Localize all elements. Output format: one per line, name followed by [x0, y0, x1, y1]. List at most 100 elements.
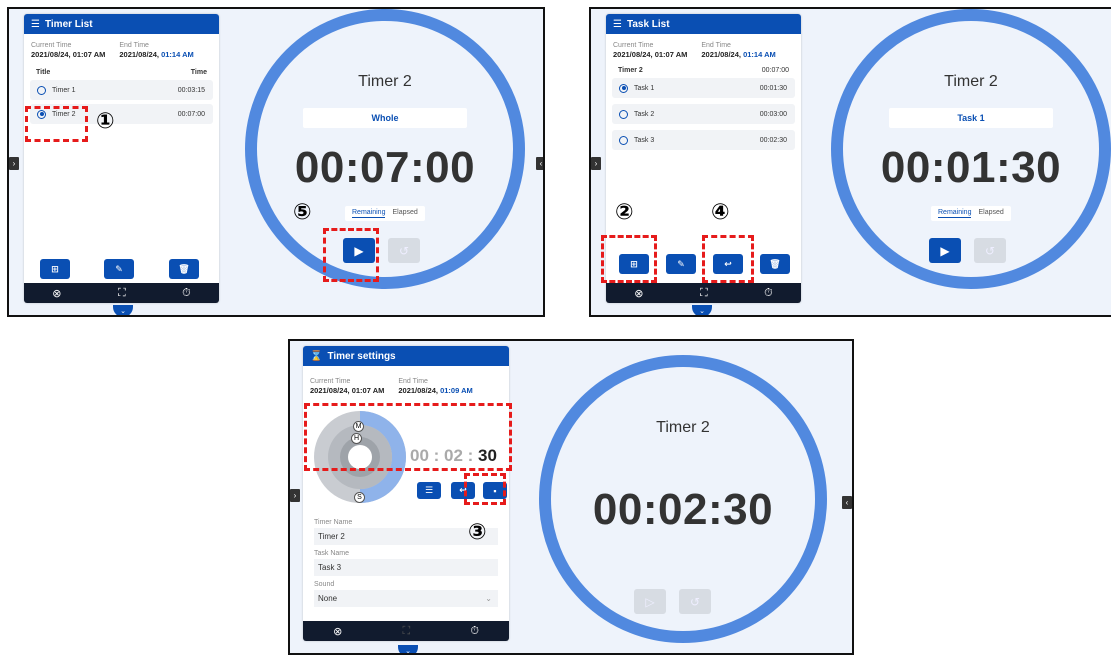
countdown-display: 00:02:30 — [592, 485, 774, 534]
add-button[interactable]: ⊞ — [40, 259, 70, 279]
countdown-display: 00:07:00 — [294, 143, 476, 192]
chevron-right-icon[interactable]: › — [591, 157, 601, 170]
fullscreen-icon[interactable]: ⛶ — [700, 287, 708, 300]
step-marker: ③ — [468, 519, 487, 544]
list-item[interactable]: Task 2 00:03:00 — [612, 104, 795, 124]
sidebar-header: ☰ Timer List — [24, 14, 219, 34]
time-info: Current Time 2021/08/24, 01:07 AM End Ti… — [606, 34, 801, 59]
current-time-value: 2021/08/24, 01:07 AM — [310, 386, 385, 395]
timer-icon[interactable]: ⏱ — [764, 287, 773, 300]
fullscreen-icon[interactable]: ⛶ — [402, 625, 410, 638]
chevron-left-icon[interactable]: ‹ — [842, 496, 852, 509]
sidebar-title: Timer List — [44, 18, 93, 30]
toggle-elapsed[interactable]: Elapsed — [392, 209, 417, 218]
reset-button[interactable]: ↺ — [388, 238, 420, 263]
highlight-box — [464, 473, 506, 505]
play-button[interactable]: ▷ — [634, 589, 666, 614]
timer-icon[interactable]: ⏱ — [470, 625, 479, 638]
step-marker: ④ — [711, 199, 730, 224]
play-button[interactable]: ▶ — [929, 238, 961, 263]
plus-icon: ⊞ — [51, 263, 59, 274]
toggle-remaining[interactable]: Remaining — [352, 209, 386, 218]
sidebar: ☰ Timer List Current Time 2021/08/24, 01… — [24, 14, 219, 303]
list-header: Title Time — [24, 59, 219, 76]
step-marker: ⑤ — [293, 199, 312, 224]
col-title: Title — [36, 69, 51, 76]
edit-button[interactable]: ✎ — [666, 254, 696, 274]
reset-icon: ↺ — [689, 594, 701, 609]
end-time-value: 2021/08/24, 01:14 AM — [119, 50, 194, 59]
chevron-right-icon[interactable]: › — [9, 157, 19, 170]
time-info: Current Time 2021/08/24, 01:07 AM End Ti… — [24, 34, 219, 59]
timer-ring: Timer 2 Task 1 00:01:30 Remaining Elapse… — [831, 9, 1111, 289]
list-item[interactable]: Task 3 00:02:30 — [612, 130, 795, 150]
edit-button[interactable]: ✎ — [104, 259, 134, 279]
play-icon: ▷ — [645, 594, 655, 609]
radio-icon[interactable] — [619, 83, 628, 93]
sidebar-header: ☰ Task List — [606, 14, 801, 34]
pencil-icon: ✎ — [115, 263, 123, 274]
trash-icon: 🗑 — [178, 263, 190, 274]
highlight-box — [702, 235, 754, 283]
close-icon[interactable]: ⊗ — [333, 625, 342, 638]
current-time-value: 2021/08/24, 01:07 AM — [613, 50, 688, 59]
panel-timer-list: ☰ Timer List Current Time 2021/08/24, 01… — [7, 7, 545, 317]
list-item[interactable]: Task 1 00:01:30 — [612, 78, 795, 98]
highlight-box — [601, 235, 657, 283]
list-icon: ☰ — [613, 18, 622, 30]
list-icon: ☰ — [424, 485, 434, 495]
end-time-label: End Time — [398, 378, 428, 385]
task-name-label: Task Name — [314, 550, 350, 557]
fullscreen-icon[interactable]: ⛶ — [118, 287, 126, 300]
reset-button[interactable]: ↺ — [974, 238, 1006, 263]
radio-icon[interactable] — [619, 109, 628, 119]
delete-button[interactable]: 🗑 — [760, 254, 790, 274]
list-icon: ☰ — [31, 18, 40, 30]
sidebar-header: ⌛ Timer settings — [303, 346, 509, 366]
list-header: Timer 2 00:07:00 — [606, 59, 801, 74]
panel-timer-settings: ⌛ Timer settings Current Time 2021/08/24… — [288, 339, 854, 655]
timer-title: Timer 2 — [944, 73, 998, 90]
highlight-box — [304, 403, 512, 471]
toggle-elapsed[interactable]: Elapsed — [978, 209, 1003, 218]
radio-icon[interactable] — [37, 85, 46, 95]
end-time-label: End Time — [701, 42, 731, 49]
reset-icon: ↺ — [398, 243, 410, 258]
delete-button[interactable]: 🗑 — [169, 259, 199, 279]
phase-pill: Task 1 — [889, 108, 1053, 128]
close-icon[interactable]: ⊗ — [52, 287, 61, 300]
panel-task-list: ☰ Task List Current Time 2021/08/24, 01:… — [589, 7, 1111, 317]
reset-button[interactable]: ↺ — [679, 589, 711, 614]
sidebar-footer: ⊗ ⛶ ⏱ — [303, 621, 509, 641]
list-item[interactable]: Timer 1 00:03:15 — [30, 80, 213, 100]
pencil-icon: ✎ — [677, 258, 685, 269]
task-name-field[interactable]: Task 3 — [314, 559, 498, 576]
phase-pill: Whole — [303, 108, 467, 128]
display-toggle[interactable]: Remaining Elapsed — [345, 206, 425, 221]
chevron-down-icon[interactable]: ⌄ — [398, 645, 418, 653]
end-time-label: End Time — [119, 42, 149, 49]
timer-title: Timer 2 — [656, 419, 710, 436]
list-button[interactable]: ☰ — [417, 482, 441, 499]
end-time-value: 2021/08/24, 01:14 AM — [701, 50, 776, 59]
close-icon[interactable]: ⊗ — [634, 287, 643, 300]
sidebar-title: Task List — [626, 18, 670, 30]
chevron-left-icon[interactable]: ‹ — [536, 157, 543, 170]
display-toggle[interactable]: Remaining Elapsed — [931, 206, 1011, 221]
timer-icon[interactable]: ⏱ — [182, 287, 191, 300]
time-info: Current Time 2021/08/24, 01:07 AM End Ti… — [303, 366, 509, 395]
end-time-value: 2021/08/24, 01:09 AM — [398, 386, 473, 395]
chevron-down-icon[interactable]: ⌄ — [113, 305, 133, 315]
timer-ring: Timer 2 00:02:30 ▷ ↺ — [539, 355, 827, 643]
timer-title: Timer 2 — [358, 73, 412, 90]
trash-icon: 🗑 — [769, 258, 781, 269]
toggle-remaining[interactable]: Remaining — [938, 209, 972, 218]
col-time: 00:07:00 — [761, 67, 789, 74]
sound-select[interactable]: None ⌄ — [314, 590, 498, 607]
chevron-right-icon[interactable]: › — [290, 489, 300, 502]
radio-icon[interactable] — [619, 135, 628, 145]
chevron-down-icon: ⌄ — [485, 594, 492, 603]
chevron-down-icon[interactable]: ⌄ — [692, 305, 712, 315]
dial-second-handle[interactable]: S — [354, 492, 365, 503]
play-icon: ▶ — [940, 243, 950, 258]
